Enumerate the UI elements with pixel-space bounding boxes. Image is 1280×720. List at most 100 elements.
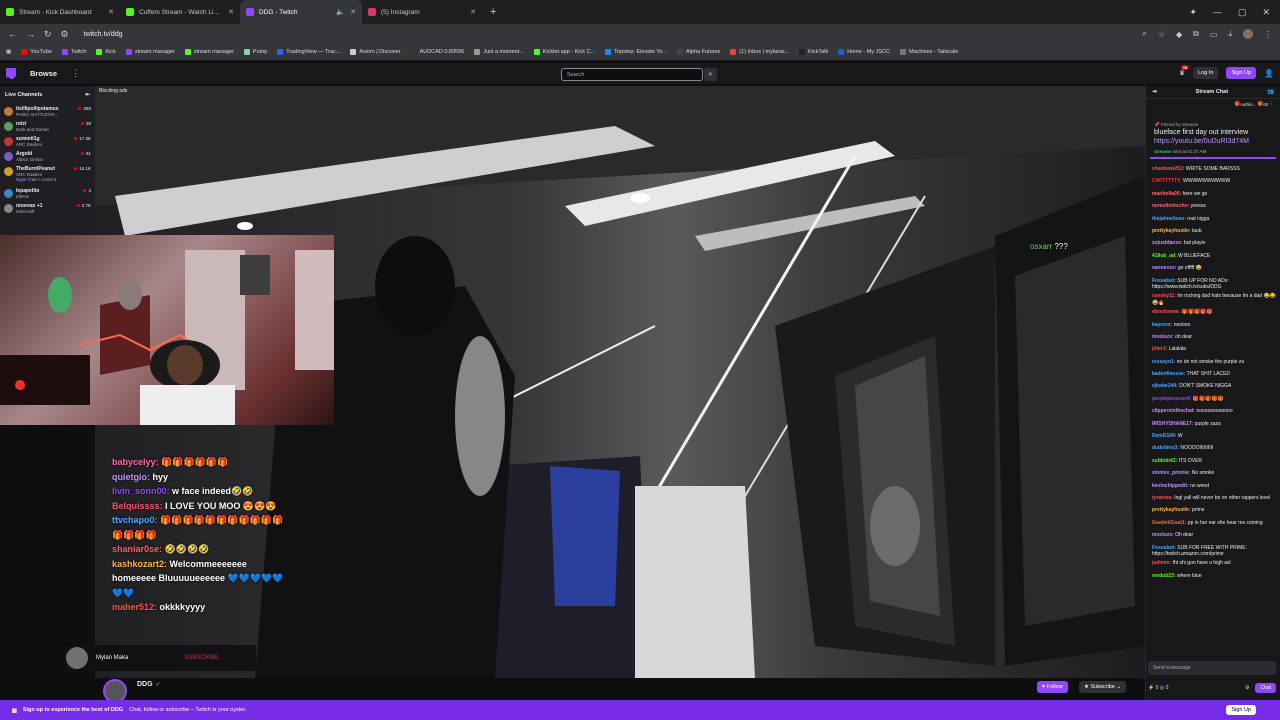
minimize-icon[interactable]: — (1213, 7, 1222, 17)
follow-button[interactable]: ♥ Follow (1037, 681, 1068, 693)
collapse-chat-icon[interactable]: ⇥ (1152, 89, 1157, 95)
url-field[interactable]: twitch.tv/ddg (84, 31, 1134, 38)
banner-signup-button[interactable]: Sign Up (1226, 705, 1256, 715)
downloads-icon[interactable]: ⤓ (1228, 29, 1232, 39)
chat-username[interactable]: Fossabot: (1152, 545, 1176, 551)
bookmark[interactable]: Topstep: Elevate Yo... (605, 49, 667, 55)
extension-icon[interactable]: ◆ (1176, 30, 1182, 39)
chat-username[interactable]: emdub23: (1152, 573, 1176, 579)
chat-username[interactable]: prettykayhustle: (1152, 507, 1191, 513)
bookmark[interactable]: Just a moment... (474, 49, 524, 55)
chat-username[interactable]: moxluzx: (1152, 532, 1174, 538)
chat-username[interactable]: clippersinthechat: (1152, 408, 1195, 414)
new-tab-icon[interactable]: + (490, 6, 496, 18)
chat-username[interactable]: cjkobe244: (1152, 383, 1178, 389)
chat-username[interactable]: jitter1: (1152, 346, 1167, 352)
sidebar-channel[interactable]: nooreax +1 Minecraft 2.7K (0, 201, 95, 216)
menu-icon[interactable]: ⋮ (1264, 30, 1272, 39)
sidebar-channel[interactable]: TheBurntPeanut ARC Raiders Hype Train • Le… (0, 164, 95, 186)
bookmark[interactable]: Kicklet.app - Kick C... (533, 49, 595, 55)
users-icon[interactable]: 👥 (1267, 89, 1274, 95)
pinned-link[interactable]: https://youtu.be/0uDuRI3d74M (1154, 137, 1272, 146)
bookmark[interactable]: YouTube (21, 49, 52, 55)
chat-username[interactable]: moxluzx: (1152, 334, 1174, 340)
browser-tab-active[interactable]: DDG - Twitch 🔈 ✕ (240, 0, 362, 24)
collapse-icon[interactable]: ⇤ (85, 92, 90, 98)
channel-name[interactable]: DDG (137, 681, 153, 688)
signup-button[interactable]: Sign Up (1226, 67, 1257, 79)
subscribe-promo[interactable]: Mylan Maka SUBSCRIBE (64, 645, 256, 671)
bookmark[interactable]: Home - My JSCC (838, 49, 890, 55)
browser-tab[interactable]: Cuffem Stream - Watch Live on ✕ (120, 0, 240, 24)
bookmark[interactable]: Axiom | Discover (350, 49, 401, 55)
chat-username[interactable]: nomolimitscho: (1152, 203, 1189, 209)
channel-points[interactable]: ⚡ 0 ◎ 0 (1148, 685, 1168, 691)
settings-gear-icon[interactable]: ⚙ (1245, 685, 1249, 691)
chat-username[interactable]: prettykayhustle: (1152, 228, 1191, 234)
chat-username[interactable]: IRISHYSHANE17: (1152, 421, 1193, 427)
chat-username[interactable]: 419ob_ad: (1152, 253, 1177, 259)
close-icon[interactable]: ✕ (108, 8, 114, 16)
user-icon[interactable]: 👤 (1264, 69, 1274, 78)
bookmark[interactable]: TradingView — Trac... (277, 49, 340, 55)
search-input[interactable]: Search (561, 68, 703, 81)
chat-username[interactable]: purplepurpose4: (1152, 396, 1191, 402)
chat-send-button[interactable]: Chat (1255, 683, 1276, 693)
chat-username[interactable]: xlomsx_prinnie: (1152, 470, 1190, 476)
prime-crown-icon[interactable]: ♛ 28 (1179, 65, 1190, 77)
chat-username[interactable]: GoatletiGoat1: (1152, 520, 1186, 526)
close-icon[interactable]: ✕ (228, 8, 234, 16)
bookmark[interactable]: stream manager (184, 49, 234, 55)
sidebar-channel[interactable]: Argold Albion Online 61 (0, 149, 95, 164)
bookmark[interactable]: AUDCAD 0.89596 (410, 49, 464, 55)
more-icon[interactable]: ⋮ (71, 68, 80, 79)
chat-username[interactable]: kadenfinesse: (1152, 371, 1185, 377)
sidebar-channel[interactable]: lepapelito IdleOn 3 (0, 186, 95, 201)
chat-username[interactable]: shadoww253: (1152, 166, 1185, 172)
maximize-icon[interactable]: ▢ (1238, 7, 1247, 18)
sidebar-channel[interactable]: summit1g ARC Raiders 17.3K (0, 134, 95, 149)
browser-tab[interactable]: Stream - Kick Dashboard ✕ (0, 0, 120, 24)
chat-username[interactable]: DemD104: (1152, 433, 1176, 439)
bookmark[interactable]: (1) Inbox | mylanai... (730, 49, 789, 55)
sidebar-channel[interactable]: retzi Dark and Darker 38 (0, 119, 95, 134)
chat-username[interactable]: Fossabot: (1152, 278, 1176, 284)
chat-username[interactable]: eboutoeme: (1152, 309, 1180, 315)
bookmark[interactable]: stream manager (125, 49, 175, 55)
reload-icon[interactable]: ↻ (44, 29, 52, 40)
chat-input[interactable]: Send a message (1148, 661, 1276, 675)
bookmark[interactable]: Machines - Tailscale (899, 49, 958, 55)
back-icon[interactable]: ← (8, 29, 17, 39)
login-button[interactable]: Log In (1193, 67, 1219, 79)
subscribe-button[interactable]: ★ Subscribe ⌄ (1079, 681, 1127, 693)
close-icon[interactable]: ✕ (350, 8, 356, 16)
chat-username[interactable]: subbob42: (1152, 458, 1177, 464)
bookmark[interactable]: KickTalk (799, 49, 828, 55)
twitch-logo-icon[interactable] (6, 68, 16, 79)
search-icon[interactable]: ⌕ (1142, 29, 1146, 39)
split-icon[interactable]: ▭ (1210, 30, 1218, 39)
chat-username[interactable]: tyraniea: (1152, 495, 1173, 501)
chat-username[interactable]: syedey11: (1152, 293, 1176, 299)
forward-icon[interactable]: → (26, 29, 35, 39)
chat-username[interactable]: ressayo1: (1152, 359, 1175, 365)
chat-username[interactable]: thejahneltoes: (1152, 216, 1186, 222)
bookmark[interactable]: Kick (96, 49, 116, 55)
search-icon[interactable]: ⌕ (704, 68, 717, 81)
chat-username[interactable]: jsdimm: (1152, 560, 1171, 566)
browser-tab[interactable]: (5) Instagram ✕ (362, 0, 482, 24)
bookmark[interactable]: Alpha Futures (677, 49, 720, 55)
extensions-puzzle-icon[interactable]: ⧉ (1193, 29, 1199, 39)
sidebar-channel[interactable]: itsillipollipotamus PUBG: BATTLEGR... 293 (0, 104, 95, 119)
chat-username[interactable]: xxjustdanxx: (1152, 240, 1183, 246)
chat-username[interactable]: vannexxx: (1152, 265, 1176, 271)
chat-username[interactable]: dudetimo3: (1152, 445, 1179, 451)
chat-username[interactable]: kayrexx: (1152, 322, 1172, 328)
close-icon[interactable]: ✕ (470, 8, 476, 16)
bookmark-star-icon[interactable]: ☆ (1158, 30, 1165, 39)
chat-username[interactable]: CWITTTTTY: (1152, 178, 1182, 184)
ai-icon[interactable]: ✦ (1189, 7, 1197, 18)
speaker-icon[interactable]: 🔈 (336, 8, 345, 16)
browse-link[interactable]: Browse (30, 69, 57, 78)
site-info-icon[interactable]: ⚙ (61, 29, 69, 40)
